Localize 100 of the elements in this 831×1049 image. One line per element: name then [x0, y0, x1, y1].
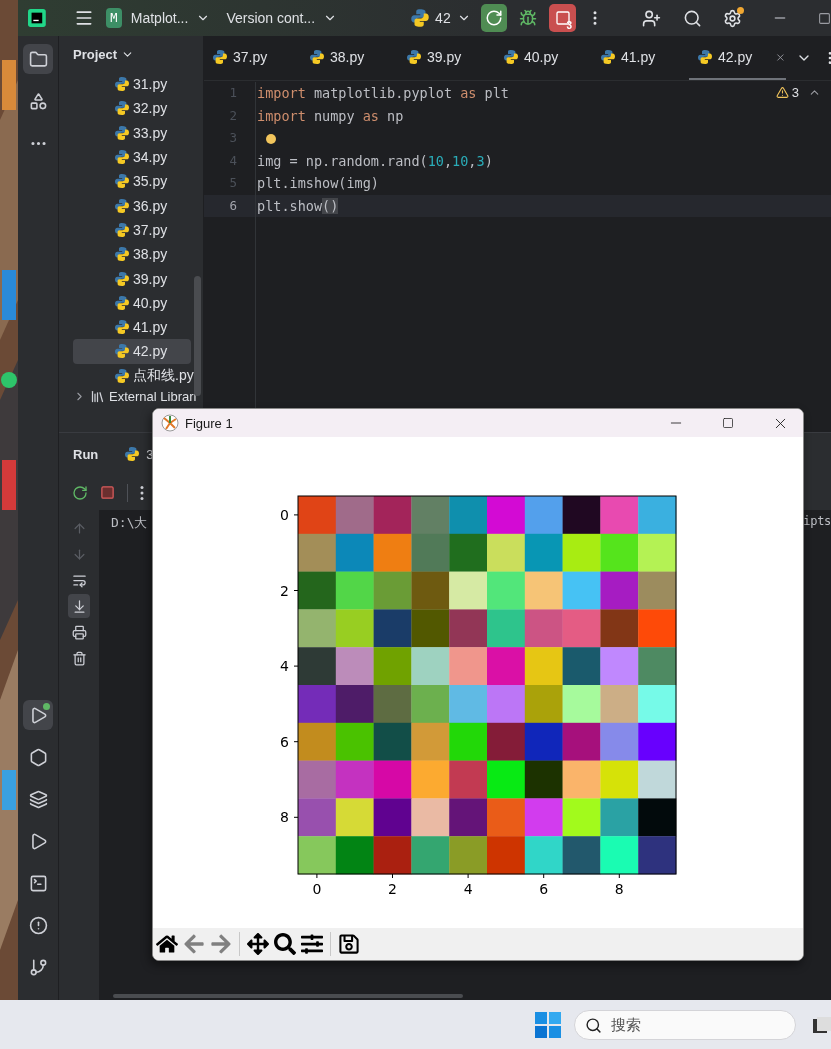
structure-icon[interactable]	[28, 91, 48, 111]
console-text: ipts	[803, 514, 831, 530]
file-tree-item[interactable]: 34.py	[73, 144, 191, 170]
file-tree-item[interactable]: 35.py	[73, 169, 191, 194]
editor-tab[interactable]: 37.py	[204, 36, 301, 80]
code-line: import numpy as np	[257, 106, 404, 126]
scrollbar[interactable]	[194, 276, 201, 396]
tick-label: 4	[280, 658, 289, 675]
code-line: import matplotlib.pyplot as plt	[257, 84, 509, 103]
python-file-icon	[114, 124, 130, 141]
printer-icon[interactable]	[71, 624, 87, 640]
file-tree-item[interactable]: 40.py	[73, 290, 191, 315]
trash-icon[interactable]	[71, 650, 87, 666]
more-icon[interactable]	[140, 484, 144, 501]
python-file-icon	[114, 343, 130, 360]
warnings-indicator[interactable]: 3	[775, 85, 821, 100]
code-line: plt.show()	[257, 196, 339, 216]
python-file-icon	[410, 8, 431, 28]
soft-wrap-icon[interactable]	[71, 572, 87, 588]
editor-tab[interactable]: 41.py	[592, 36, 689, 80]
window-title: Figure 1	[185, 415, 233, 431]
tick-label: 0	[312, 881, 322, 897]
python-file-icon	[697, 49, 713, 65]
settings-icon[interactable]	[723, 8, 742, 28]
run-panel-title: Run	[73, 446, 99, 462]
git-branch-icon[interactable]	[28, 957, 48, 977]
hexagon-icon[interactable]	[28, 747, 48, 767]
stop-button[interactable]: 3	[549, 4, 576, 32]
editor-tab[interactable]: 39.py	[398, 36, 495, 80]
editor-tab[interactable]: 40.py	[495, 36, 592, 80]
terminal-icon[interactable]	[28, 873, 48, 893]
python-file-icon	[114, 294, 130, 311]
python-file-icon	[114, 100, 130, 117]
file-tree-item[interactable]: 42.py	[73, 339, 191, 364]
python-file-icon	[114, 197, 130, 214]
move-icon[interactable]	[247, 933, 269, 955]
python-file-icon	[600, 49, 616, 65]
file-tree-item[interactable]: 38.py	[73, 242, 191, 267]
zoom-icon[interactable]	[274, 933, 296, 955]
search-icon[interactable]	[585, 1016, 602, 1034]
python-file-icon	[406, 49, 422, 65]
layers-icon[interactable]	[28, 789, 48, 809]
python-file-icon	[114, 221, 130, 238]
scrollbar[interactable]	[113, 994, 463, 998]
tick-label: 0	[280, 506, 289, 523]
line-number: 6	[204, 194, 255, 217]
search-icon[interactable]	[683, 8, 702, 28]
code-line: img = np.random.rand(10,10,3)	[257, 151, 493, 171]
file-tree-item[interactable]: 32.py	[73, 96, 191, 121]
project-panel-title[interactable]: Project	[73, 46, 135, 62]
pycharm-logo[interactable]	[28, 8, 46, 28]
stop-icon[interactable]	[100, 485, 115, 500]
app-icon[interactable]	[811, 1014, 831, 1035]
file-tree-item[interactable]: 36.py	[73, 193, 191, 218]
matplotlib-logo	[161, 414, 179, 432]
file-tree-item[interactable]: 31.py	[73, 72, 191, 97]
python-file-icon	[114, 246, 130, 263]
python-file-icon	[114, 270, 130, 287]
tick-label: 8	[280, 809, 289, 826]
file-tree-item[interactable]: 37.py	[73, 217, 191, 243]
file-tree-item[interactable]: 41.py	[73, 314, 191, 340]
tick-label: 2	[388, 881, 397, 897]
python-file-icon	[212, 49, 228, 65]
tick-label: 4	[463, 881, 473, 897]
maximize-icon[interactable]	[722, 417, 734, 429]
problems-icon[interactable]	[28, 915, 48, 935]
warning-icon[interactable]	[775, 86, 789, 99]
taskbar-search-field[interactable]: 搜索	[574, 1009, 796, 1040]
project-selector[interactable]: Matplot...	[130, 10, 211, 26]
python-file-icon	[503, 49, 519, 65]
add-user-icon[interactable]	[642, 8, 661, 28]
console-text: D:\大	[111, 514, 148, 532]
python-file-icon	[114, 76, 130, 93]
python-file-icon	[309, 49, 325, 65]
tick-label: 6	[539, 881, 549, 897]
vcs-selector[interactable]: Version cont...	[226, 10, 338, 26]
editor-tab[interactable]: 42.py	[689, 36, 786, 80]
tick-label: 8	[614, 881, 624, 897]
rerun-button[interactable]	[480, 4, 508, 32]
bug-icon[interactable]	[519, 9, 538, 27]
editor-tab[interactable]: 38.py	[301, 36, 398, 80]
file-tree-item[interactable]: 33.py	[73, 120, 191, 145]
code-line: plt.imshow(img)	[257, 174, 379, 193]
run-config-selector[interactable]: 42	[410, 8, 471, 28]
start-button[interactable]	[535, 1011, 561, 1038]
tick-label: 6	[280, 733, 289, 750]
python-file-icon	[114, 319, 130, 336]
file-tree-item[interactable]: 39.py	[73, 266, 191, 291]
project-badge[interactable]: M	[105, 8, 122, 28]
home-icon[interactable]	[156, 933, 178, 955]
python-file-icon	[114, 367, 130, 384]
save-icon[interactable]	[338, 933, 360, 955]
tick-label: 2	[280, 582, 289, 599]
library-icon[interactable]	[90, 389, 105, 405]
sliders-icon[interactable]	[301, 933, 323, 955]
intention-bulb-icon[interactable]	[266, 134, 276, 144]
maximize-icon[interactable]	[818, 11, 831, 25]
tree-node[interactable]: External Librari	[59, 387, 203, 406]
python-file-icon	[124, 446, 141, 462]
rerun-icon[interactable]	[72, 484, 88, 501]
